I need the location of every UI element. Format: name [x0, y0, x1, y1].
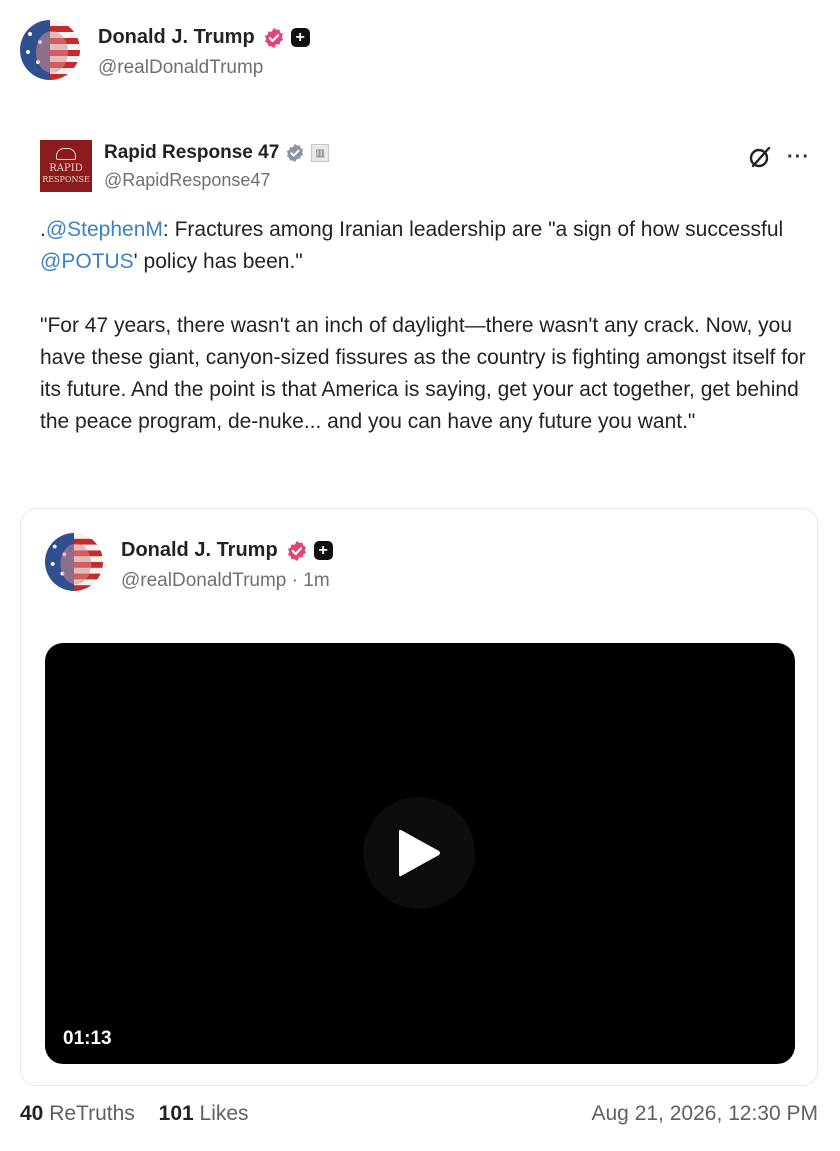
quoted-post-card[interactable]: Donald J. Trump + @realDonaldTrump · 1m …: [20, 508, 818, 1086]
rapid-response-logo[interactable]: RAPID RESPONSE: [40, 140, 92, 192]
author-handle[interactable]: @realDonaldTrump: [98, 57, 310, 79]
plus-badge-icon: +: [290, 28, 310, 47]
video-duration: 01:13: [63, 1028, 112, 1049]
verified-badge-icon: [287, 143, 304, 163]
likes-count[interactable]: 101 Likes: [159, 1102, 249, 1125]
retruth-author-handle[interactable]: @RapidResponse47: [104, 170, 329, 191]
more-options-icon[interactable]: ···: [787, 146, 810, 169]
post-stats: 40 ReTruths 101 Likes Aug 21, 2026, 12:3…: [20, 1102, 818, 1126]
post-timestamp[interactable]: Aug 21, 2026, 12:30 PM: [592, 1102, 819, 1126]
quoted-author-name[interactable]: Donald J. Trump: [121, 539, 278, 562]
mention-link[interactable]: @POTUS: [40, 250, 134, 273]
retruthed-post: RAPID RESPONSE Rapid Response 47 ▥ @Rapi…: [40, 140, 810, 438]
retruth-author-name[interactable]: Rapid Response 47: [104, 142, 279, 164]
play-icon: [399, 829, 440, 877]
government-badge-icon: ▥: [311, 144, 330, 162]
play-button[interactable]: [363, 797, 475, 909]
edit-icon[interactable]: [747, 144, 773, 170]
post-author[interactable]: Donald J. Trump + @realDonaldTrump: [20, 20, 310, 80]
plus-badge-icon: +: [313, 541, 333, 560]
post-body: .@StephenM: Fractures among Iranian lead…: [40, 218, 812, 433]
mention-link[interactable]: @StephenM: [46, 218, 163, 241]
author-name[interactable]: Donald J. Trump: [98, 26, 255, 49]
verified-badge-icon: [264, 27, 283, 48]
post-paragraph: "For 47 years, there wasn't an inch of d…: [40, 314, 812, 433]
quoted-author-avatar[interactable]: [45, 533, 103, 591]
video-player[interactable]: 01:13: [45, 643, 795, 1064]
verified-badge-icon: [287, 540, 306, 561]
quoted-author-handle[interactable]: @realDonaldTrump · 1m: [121, 570, 333, 592]
retruths-count[interactable]: 40 ReTruths: [20, 1102, 135, 1125]
author-avatar[interactable]: [20, 20, 80, 80]
